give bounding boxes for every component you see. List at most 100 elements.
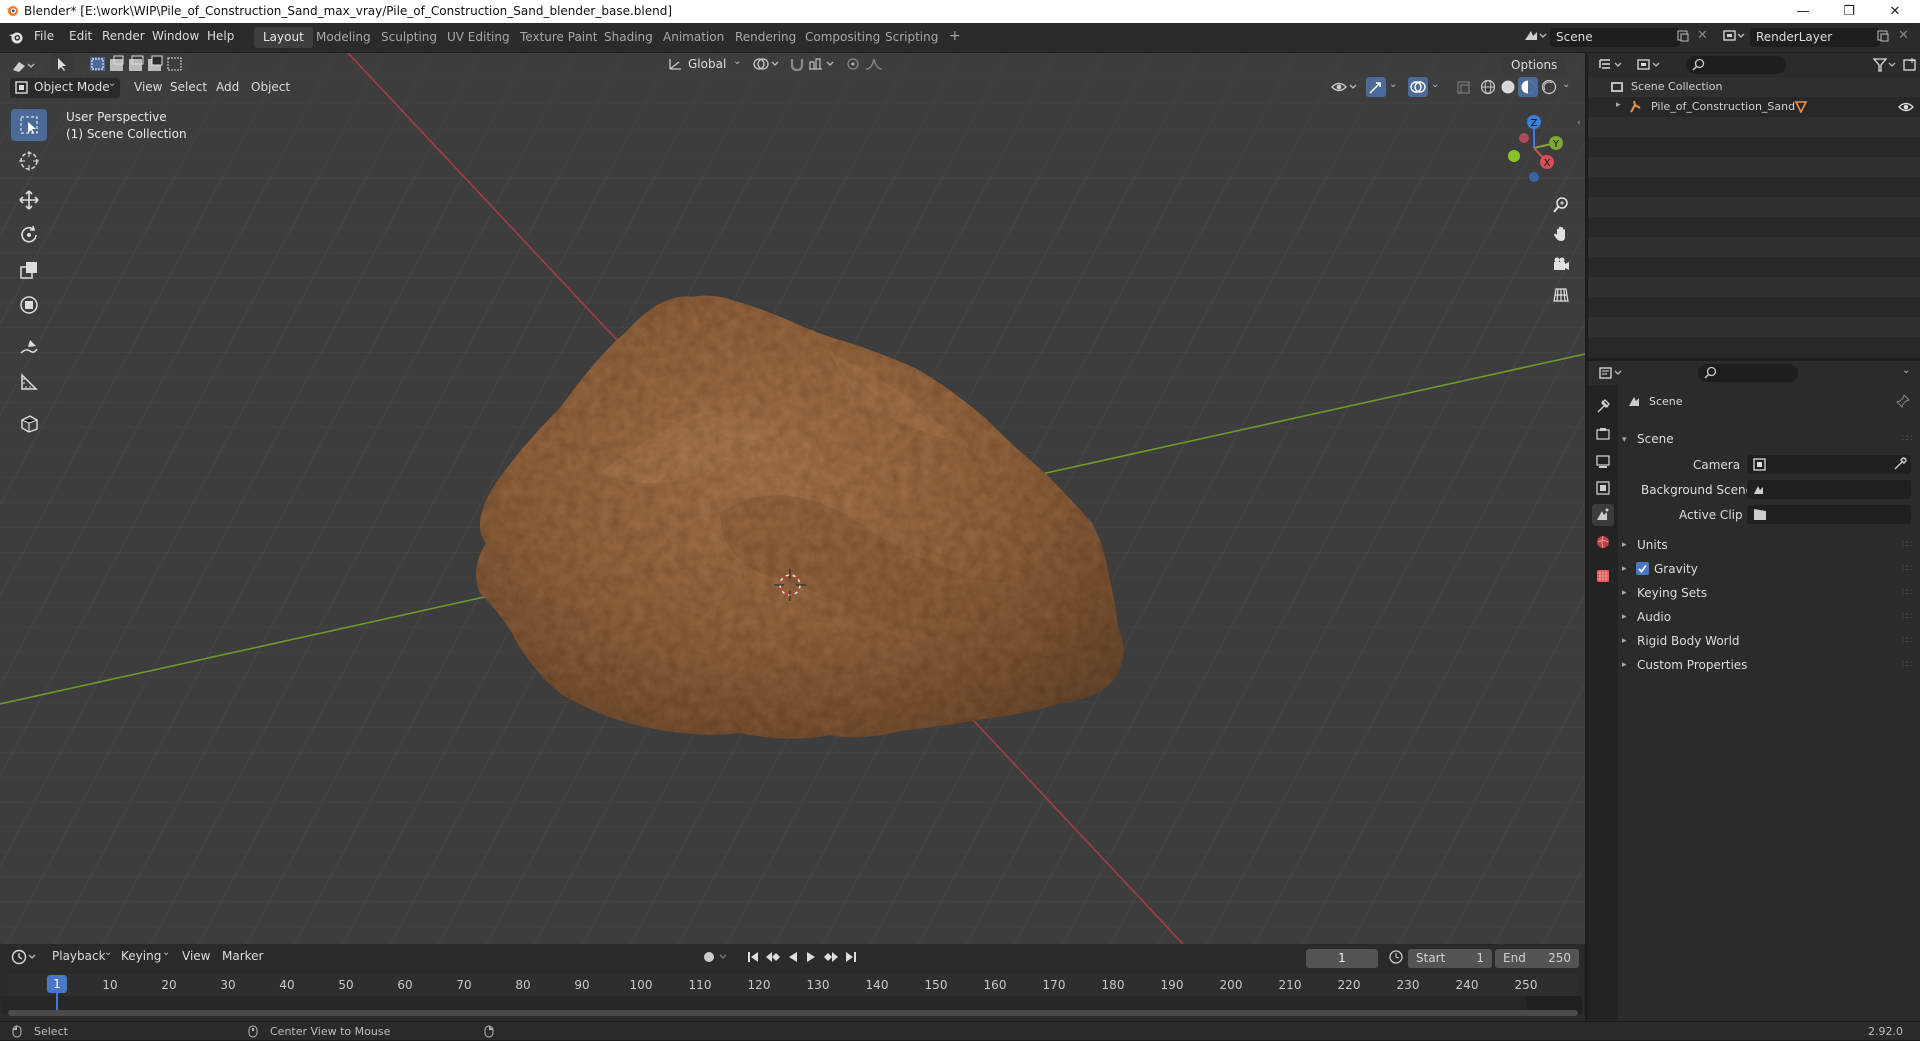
jump-to-keyframe-next-icon[interactable]: [822, 949, 840, 968]
close-button[interactable]: ✕: [1872, 0, 1918, 23]
camera-view-icon[interactable]: [1548, 252, 1574, 278]
menu-window[interactable]: Window: [152, 29, 199, 43]
blender-menu-icon[interactable]: [8, 29, 24, 48]
scene-selector[interactable]: Scene: [1550, 28, 1680, 47]
menu-view[interactable]: View: [182, 949, 210, 963]
eyedropper-icon[interactable]: [1893, 457, 1907, 474]
outliner-row-scene-collection[interactable]: Scene Collection: [1588, 77, 1920, 97]
section-custom-properties[interactable]: Custom Properties: [1637, 658, 1747, 672]
tab-shading[interactable]: Shading: [595, 27, 662, 48]
properties-search-input[interactable]: [1698, 364, 1798, 382]
drag-handle-icon[interactable]: ∷∷: [1902, 588, 1913, 598]
play-reverse-icon[interactable]: [786, 949, 800, 968]
render-properties-icon[interactable]: [1592, 423, 1614, 445]
collapse-triangle-icon[interactable]: ▾: [1622, 435, 1627, 445]
minimize-button[interactable]: —: [1780, 0, 1826, 23]
armature-data-icon[interactable]: [1794, 100, 1808, 117]
rendered-shading-icon[interactable]: [1541, 79, 1557, 98]
copy-view-layer-icon[interactable]: [1876, 29, 1890, 46]
filter-icon[interactable]: [1872, 57, 1900, 76]
visibility-icon[interactable]: [1330, 79, 1360, 98]
drag-handle-icon[interactable]: ∷∷: [1902, 540, 1913, 550]
gizmo-toggle-icon[interactable]: [1366, 77, 1386, 97]
solid-shading-icon[interactable]: [1500, 79, 1516, 98]
pin-icon[interactable]: [1896, 394, 1910, 411]
overlays-icon[interactable]: [1408, 77, 1428, 97]
tool-rotate[interactable]: [11, 219, 47, 251]
3d-viewport[interactable]: [0, 53, 1585, 944]
menu-select[interactable]: Select: [163, 78, 214, 98]
remove-view-layer-icon[interactable]: ✕: [1898, 28, 1909, 43]
drag-handle-icon[interactable]: ∷∷: [1902, 660, 1913, 670]
tool-move[interactable]: [11, 184, 47, 216]
ortho-grid-icon[interactable]: [1548, 282, 1574, 308]
xray-icon[interactable]: [1456, 80, 1472, 99]
gravity-checkbox[interactable]: [1636, 562, 1649, 575]
remove-scene-icon[interactable]: ✕: [1697, 28, 1708, 43]
navigation-gizmo[interactable]: Z Y X: [1490, 110, 1580, 190]
outliner-row-object[interactable]: ▸ Pile_of_Construction_Sand: [1588, 97, 1920, 117]
jump-to-start-icon[interactable]: [746, 949, 760, 968]
chevron-down-icon[interactable]: ⌄: [1902, 365, 1910, 376]
options-button[interactable]: Options: [1503, 56, 1566, 74]
expand-triangle-icon[interactable]: ▸: [1622, 660, 1627, 670]
timeline-editor-type-icon[interactable]: [10, 948, 38, 969]
tab-texture-paint[interactable]: Texture Paint: [511, 27, 606, 48]
expand-triangle-icon[interactable]: ▸: [1622, 564, 1627, 574]
outliner-search-input[interactable]: [1686, 56, 1786, 74]
eye-icon[interactable]: [1898, 100, 1914, 117]
expand-triangle-icon[interactable]: ▸: [1622, 588, 1627, 598]
tab-animation[interactable]: Animation: [654, 27, 733, 48]
jump-to-keyframe-prev-icon[interactable]: [764, 949, 782, 968]
scene-icon[interactable]: [1523, 28, 1547, 47]
display-mode-icon[interactable]: [1636, 57, 1664, 76]
world-properties-icon[interactable]: [1592, 531, 1614, 553]
selection-mode-icons[interactable]: [88, 54, 184, 77]
proportional-editing-icon[interactable]: [844, 56, 862, 75]
expand-triangle-icon[interactable]: ▸: [1622, 540, 1627, 550]
current-frame-field[interactable]: 1: [1306, 949, 1378, 968]
active-clip-field[interactable]: [1747, 505, 1911, 524]
tool-scale[interactable]: [11, 254, 47, 286]
tool-cursor[interactable]: [11, 145, 47, 177]
start-frame-field[interactable]: Start 1: [1408, 949, 1492, 968]
menu-marker[interactable]: Marker: [222, 949, 263, 963]
section-units[interactable]: Units: [1637, 538, 1668, 552]
pan-hand-icon[interactable]: [1548, 221, 1574, 247]
drag-handle-icon[interactable]: ∷∷: [1902, 434, 1913, 444]
snap-icon[interactable]: [788, 56, 806, 75]
maximize-button[interactable]: ❐: [1826, 0, 1872, 23]
end-frame-field[interactable]: End 250: [1495, 949, 1579, 968]
outliner-editor-type-icon[interactable]: [1598, 57, 1626, 76]
copy-scene-icon[interactable]: [1676, 29, 1690, 46]
drag-handle-icon[interactable]: ∷∷: [1902, 612, 1913, 622]
tab-rendering[interactable]: Rendering: [726, 27, 805, 48]
tool-select-box[interactable]: [11, 109, 47, 141]
select-tool-icon[interactable]: [50, 53, 74, 75]
material-preview-shading-icon[interactable]: [1518, 77, 1538, 97]
sidebar-toggle-icon[interactable]: ‹: [1577, 118, 1581, 128]
editor-type-icon[interactable]: [10, 56, 36, 79]
tab-modeling[interactable]: Modeling: [307, 27, 380, 48]
scene-properties-icon[interactable]: [1592, 504, 1614, 526]
zoom-icon[interactable]: [1548, 192, 1574, 218]
expand-triangle-icon[interactable]: ▸: [1622, 636, 1627, 646]
jump-to-end-icon[interactable]: [844, 949, 858, 968]
tab-layout[interactable]: Layout: [254, 27, 313, 48]
drag-handle-icon[interactable]: ∷∷: [1902, 564, 1913, 574]
background-scene-field[interactable]: [1747, 480, 1911, 499]
menu-object[interactable]: Object: [244, 78, 297, 98]
properties-editor-type-icon[interactable]: [1598, 365, 1626, 384]
menu-file[interactable]: File: [34, 29, 54, 43]
menu-render[interactable]: Render: [102, 29, 145, 43]
output-properties-icon[interactable]: [1592, 450, 1614, 472]
drag-handle-icon[interactable]: ∷∷: [1902, 636, 1913, 646]
menu-keying[interactable]: Keying: [121, 949, 161, 963]
play-icon[interactable]: [804, 949, 818, 968]
transform-orientation-icon[interactable]: [667, 56, 685, 75]
section-keying-sets[interactable]: Keying Sets: [1637, 586, 1707, 600]
section-rigid-body-world[interactable]: Rigid Body World: [1637, 634, 1740, 648]
expand-triangle-icon[interactable]: ▸: [1616, 100, 1621, 110]
view-layer-icon[interactable]: [1722, 28, 1746, 47]
tool-measure[interactable]: [11, 366, 47, 398]
